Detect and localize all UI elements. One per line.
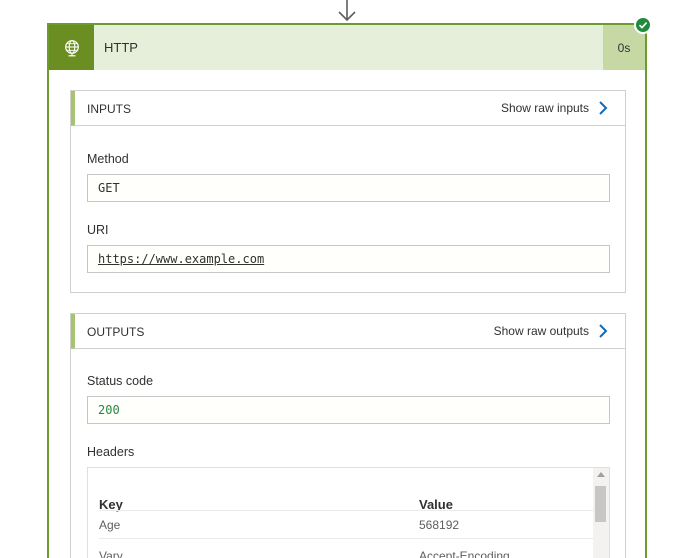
action-header[interactable]: HTTP 0s bbox=[49, 25, 645, 70]
headers-table[interactable]: Key Value Age 568192 Vary Accept-Encodin… bbox=[87, 467, 610, 558]
chevron-right-icon bbox=[599, 101, 608, 115]
header-value-cell: 568192 bbox=[419, 518, 460, 532]
row-divider bbox=[99, 510, 593, 511]
inputs-header: INPUTS Show raw inputs bbox=[71, 91, 625, 126]
action-title: HTTP bbox=[104, 40, 138, 55]
success-status-icon bbox=[634, 16, 652, 34]
inputs-title: INPUTS bbox=[87, 102, 132, 116]
outputs-section: OUTPUTS Show raw outputs Status code 200… bbox=[70, 313, 626, 558]
uri-field[interactable]: https://www.example.com bbox=[87, 245, 610, 273]
method-label: Method bbox=[87, 152, 129, 166]
header-key-cell: Vary bbox=[99, 549, 123, 558]
globe-icon bbox=[49, 25, 94, 70]
status-code-label: Status code bbox=[87, 374, 154, 388]
outputs-title: OUTPUTS bbox=[87, 325, 145, 339]
show-raw-outputs-link[interactable]: Show raw outputs bbox=[494, 322, 609, 340]
row-divider bbox=[99, 538, 593, 539]
method-field[interactable]: GET bbox=[87, 174, 610, 202]
show-raw-outputs-label: Show raw outputs bbox=[493, 324, 589, 338]
http-action-card: HTTP 0s INPUTS Show raw inputs Method GE… bbox=[47, 23, 647, 558]
headers-label: Headers bbox=[87, 445, 135, 459]
inputs-section: INPUTS Show raw inputs Method GET URI ht… bbox=[70, 90, 626, 293]
scrollbar-thumb[interactable] bbox=[595, 486, 606, 522]
method-value: GET bbox=[98, 181, 120, 195]
header-value-cell: Accept-Encoding bbox=[419, 549, 510, 558]
status-code-value: 200 bbox=[98, 403, 120, 417]
connector-arrow-icon bbox=[338, 0, 356, 22]
show-raw-inputs-label: Show raw inputs bbox=[500, 101, 589, 115]
headers-scrollbar[interactable] bbox=[593, 468, 609, 558]
outputs-header: OUTPUTS Show raw outputs bbox=[71, 314, 625, 349]
scroll-up-arrow-icon[interactable] bbox=[597, 472, 605, 477]
chevron-right-icon bbox=[599, 324, 608, 338]
status-code-field[interactable]: 200 bbox=[87, 396, 610, 424]
show-raw-inputs-link[interactable]: Show raw inputs bbox=[501, 99, 609, 117]
uri-label: URI bbox=[87, 223, 109, 237]
header-key-cell: Age bbox=[99, 518, 121, 532]
uri-value[interactable]: https://www.example.com bbox=[98, 252, 264, 266]
